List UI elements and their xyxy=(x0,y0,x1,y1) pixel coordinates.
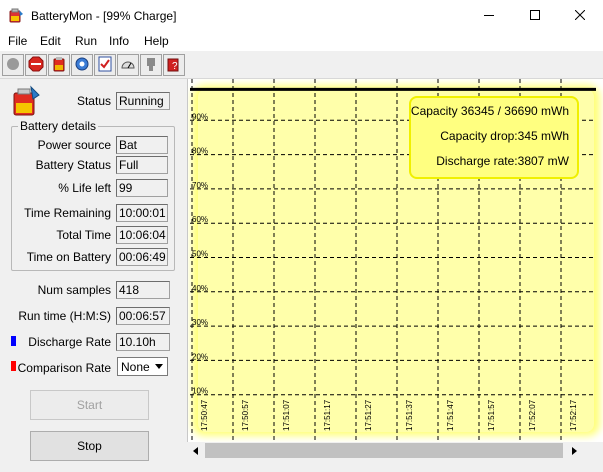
status-value: Running xyxy=(116,92,170,110)
stop-button[interactable]: Stop xyxy=(30,431,149,461)
x-tick-label: 17:51:37 xyxy=(405,399,414,431)
time-remaining-value: 10:00:01 xyxy=(116,204,168,222)
capacity-drop-value: 345 mWh xyxy=(517,129,569,143)
chart-horizontal-scrollbar[interactable] xyxy=(187,442,603,459)
maximize-icon xyxy=(530,9,540,23)
menu-edit[interactable]: Edit xyxy=(40,34,61,48)
settings-gear-icon xyxy=(74,56,90,75)
x-tick-label: 17:51:07 xyxy=(282,399,291,431)
toolbar: ? xyxy=(0,53,603,77)
comparison-rate-select[interactable]: None xyxy=(117,357,168,376)
x-tick-label: 17:51:57 xyxy=(487,399,496,431)
y-tick-label: 70% xyxy=(192,181,208,190)
gauge-toolbar-button[interactable] xyxy=(117,54,139,76)
total-time-label: Total Time xyxy=(56,228,111,242)
total-time-value: 10:06:04 xyxy=(116,226,168,244)
capacity-text: Capacity 36345 / 36690 mWh xyxy=(410,104,569,118)
comparison-rate-label: Comparison Rate xyxy=(17,361,111,375)
svg-text:?: ? xyxy=(172,61,178,72)
y-tick-label: 80% xyxy=(192,147,208,156)
scroll-left-button[interactable] xyxy=(187,442,204,459)
battery-icon xyxy=(51,56,67,75)
num-samples-value: 418 xyxy=(116,281,170,299)
comparison-rate-color-swatch xyxy=(11,361,16,371)
battery-toolbar-button[interactable] xyxy=(48,54,70,76)
power-source-value: Bat xyxy=(116,136,168,154)
menu-help[interactable]: Help xyxy=(144,34,169,48)
stop-sign-icon xyxy=(28,56,44,75)
life-left-value: 99 xyxy=(116,179,168,197)
chart-discharge-rate-value: 3807 mW xyxy=(517,154,569,168)
record-icon xyxy=(6,57,20,74)
settings-toolbar-button[interactable] xyxy=(71,54,93,76)
help-toolbar-button[interactable]: ? xyxy=(163,54,185,76)
menu-run[interactable]: Run xyxy=(75,34,97,48)
comparison-rate-value: None xyxy=(121,360,150,374)
run-time-label: Run time (H:M:S) xyxy=(18,309,111,323)
time-on-battery-value: 00:06:49 xyxy=(116,248,168,266)
close-button[interactable] xyxy=(557,0,603,31)
x-tick-label: 17:51:47 xyxy=(446,399,455,431)
y-tick-label: 10% xyxy=(192,387,208,396)
help-icon: ? xyxy=(166,56,182,75)
status-label: Status xyxy=(76,94,111,108)
y-tick-label: 50% xyxy=(192,250,208,259)
life-left-label: % Life left xyxy=(58,181,111,195)
battery-status-label: Battery Status xyxy=(35,158,111,172)
y-tick-label: 60% xyxy=(192,215,208,224)
battery-app-icon xyxy=(8,7,24,23)
chevron-right-icon xyxy=(572,444,577,458)
chart-info-box: Capacity 36345 / 36690 mWh Capacity drop… xyxy=(409,96,579,179)
capacity-drop-label: Capacity drop: xyxy=(440,129,518,143)
checklist-icon xyxy=(97,56,113,75)
y-tick-label: 20% xyxy=(192,352,208,361)
stop-toolbar-button[interactable] xyxy=(25,54,47,76)
minimize-button[interactable] xyxy=(466,0,512,31)
discharge-rate-value: 10.10h xyxy=(116,333,170,351)
chart-discharge-rate-label: Discharge rate: xyxy=(436,154,518,168)
x-tick-label: 17:52:07 xyxy=(528,399,537,431)
close-icon xyxy=(574,9,586,23)
x-tick-label: 17:50:47 xyxy=(200,399,209,431)
menu-file[interactable]: File xyxy=(8,34,27,48)
plugin-icon xyxy=(143,56,159,75)
gauge-icon xyxy=(120,56,136,75)
menu-bar: File Edit Run Info Help xyxy=(0,31,603,51)
y-tick-label: 40% xyxy=(192,284,208,293)
scroll-thumb[interactable] xyxy=(205,443,563,458)
plugin-toolbar-button[interactable] xyxy=(140,54,162,76)
battery-chart: 90% 80% 70% 60% 50% 40% 30% 20% 10% 17:50:47 17:50… xyxy=(187,79,603,442)
battery-status-icon xyxy=(9,85,41,120)
x-tick-label: 17:51:27 xyxy=(364,399,373,431)
minimize-icon xyxy=(484,9,494,23)
x-tick-label: 17:52:17 xyxy=(569,399,578,431)
x-tick-label: 17:51:17 xyxy=(323,399,332,431)
num-samples-label: Num samples xyxy=(37,283,111,297)
maximize-button[interactable] xyxy=(512,0,558,31)
chevron-down-icon xyxy=(151,358,167,375)
y-tick-label: 30% xyxy=(192,318,208,327)
window-title: BatteryMon - [99% Charge] xyxy=(31,9,177,23)
time-remaining-label: Time Remaining xyxy=(24,206,111,220)
checklist-toolbar-button[interactable] xyxy=(94,54,116,76)
battery-details-title: Battery details xyxy=(18,119,99,133)
discharge-rate-label: Discharge Rate xyxy=(28,335,111,349)
x-tick-label: 17:50:57 xyxy=(241,399,250,431)
discharge-rate-color-swatch xyxy=(11,336,16,346)
y-tick-label: 90% xyxy=(192,112,208,121)
battery-status-value: Full xyxy=(116,156,168,174)
start-button[interactable]: Start xyxy=(30,390,149,420)
capacity-drop-text: Capacity drop:345 mWh xyxy=(440,129,569,143)
record-button[interactable] xyxy=(2,54,24,76)
title-bar: BatteryMon - [99% Charge] xyxy=(0,0,603,31)
scroll-right-button[interactable] xyxy=(566,442,583,459)
chevron-left-icon xyxy=(193,444,198,458)
power-source-label: Power source xyxy=(37,138,111,152)
menu-info[interactable]: Info xyxy=(109,34,129,48)
run-time-value: 00:06:57 xyxy=(116,307,170,325)
discharge-rate-text: Discharge rate:3807 mW xyxy=(436,154,569,168)
time-on-battery-label: Time on Battery xyxy=(26,250,111,264)
